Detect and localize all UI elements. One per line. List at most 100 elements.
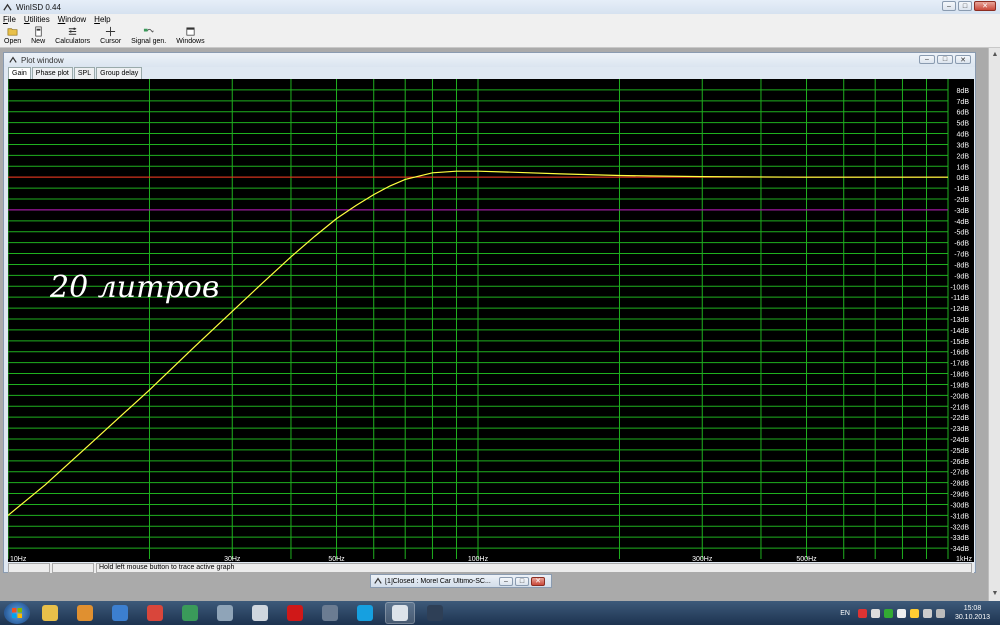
scroll-up-icon[interactable]: ▲ <box>990 50 1000 60</box>
y-tick-label: 1dB <box>957 164 970 171</box>
toolbar: Open New Calculators Cursor Signal gen. … <box>0 25 1000 48</box>
menu-utilities[interactable]: Utilities <box>24 14 50 25</box>
y-tick-label: 5dB <box>957 121 970 128</box>
open-button[interactable]: Open <box>4 25 21 47</box>
min-maximize-button[interactable]: □ <box>515 576 529 586</box>
y-tick-label: -27dB <box>950 470 969 477</box>
minimized-window-title: [1]Closed : Morel Car Ultimo-SC... <box>385 577 491 585</box>
y-tick-label: -9dB <box>954 273 969 280</box>
plot-minimize-button[interactable]: – <box>919 55 935 64</box>
status-text: Hold left mouse button to trace active g… <box>96 563 972 573</box>
menu-help[interactable]: Help <box>94 14 110 25</box>
min-close-button[interactable]: ✕ <box>531 576 545 586</box>
new-button[interactable]: New <box>31 25 45 47</box>
y-tick-label: 6dB <box>957 110 970 117</box>
x-tick-label: 300Hz <box>692 556 713 562</box>
taskbar-app-chrome[interactable] <box>140 602 170 624</box>
menu-bar: File Utilities Window Help <box>0 14 1000 25</box>
cursor-button[interactable]: Cursor <box>100 25 121 47</box>
taskbar-app-app-house[interactable] <box>315 602 345 624</box>
tray-antivirus-icon[interactable] <box>857 608 867 618</box>
plot-maximize-button[interactable]: □ <box>937 55 953 64</box>
clock-time: 15:08 <box>963 605 982 612</box>
menu-file[interactable]: File <box>3 14 16 25</box>
skype-icon <box>357 605 373 621</box>
tray-flag-icon[interactable] <box>909 608 919 618</box>
x-tick-label: 1kHz <box>956 556 972 562</box>
y-tick-label: -24dB <box>950 437 969 444</box>
taskbar-app-app-green[interactable] <box>175 602 205 624</box>
project-window-icon <box>374 577 382 584</box>
x-tick-label: 50Hz <box>328 556 345 562</box>
calculator-icon <box>68 27 77 35</box>
taskbar-app-winisd[interactable] <box>385 602 415 624</box>
plot-window-icon <box>9 56 17 63</box>
tray-volume-icon[interactable] <box>935 608 945 618</box>
taskbar: EN 15:08 30.10.2013 <box>0 601 1000 625</box>
opera-icon <box>287 605 303 621</box>
taskbar-app-app-info[interactable] <box>420 602 450 624</box>
plot-close-button[interactable]: ✕ <box>955 55 971 64</box>
y-tick-label: -26dB <box>950 459 969 466</box>
tray-green-icon[interactable] <box>883 608 893 618</box>
language-indicator[interactable]: EN <box>840 610 850 617</box>
close-button[interactable]: ✕ <box>974 1 996 11</box>
crosshair-icon <box>106 26 116 37</box>
y-tick-label: -20dB <box>950 393 969 400</box>
scroll-down-icon[interactable]: ▼ <box>990 589 1000 599</box>
y-tick-label: 2dB <box>957 153 970 160</box>
taskbar-app-tool[interactable] <box>70 602 100 624</box>
app-title-bar[interactable]: WinISD 0.44 – □ ✕ <box>0 0 1000 14</box>
y-tick-label: 0dB <box>957 175 970 182</box>
tab-group-delay[interactable]: Group delay <box>96 67 143 79</box>
gain-plot-area[interactable]: 8dB 7dB 6dB 5dB 4dB 3dB 2dB 1dB 0dB -1dB -2dB -3dB -… <box>8 79 974 562</box>
menu-window[interactable]: Window <box>58 14 86 25</box>
y-tick-label: -19dB <box>950 382 969 389</box>
taskbar-app-opera[interactable] <box>280 602 310 624</box>
minimized-project-window[interactable]: [1]Closed : Morel Car Ultimo-SC... – □ ✕ <box>370 574 552 588</box>
tray-app-icon[interactable] <box>870 608 880 618</box>
taskbar-app-app-blue[interactable] <box>105 602 135 624</box>
y-tick-label: -5dB <box>954 230 969 237</box>
tab-spl[interactable]: SPL <box>73 67 96 79</box>
gain-chart[interactable]: 8dB 7dB 6dB 5dB 4dB 3dB 2dB 1dB 0dB -1dB -2dB -3dB -… <box>8 79 974 562</box>
plot-status-bar: Hold left mouse button to trace active g… <box>8 563 974 573</box>
taskbar-app-explorer[interactable] <box>35 602 65 624</box>
clock[interactable]: 15:08 30.10.2013 <box>955 604 990 622</box>
plot-window[interactable]: Plot window – □ ✕ Gain Phase plot SPL Gr… <box>3 52 976 573</box>
y-tick-label: -33dB <box>950 535 969 542</box>
x-tick-label: 100Hz <box>468 556 489 562</box>
y-tick-label: -6dB <box>954 241 969 248</box>
y-tick-label: -1dB <box>954 186 969 193</box>
calculators-button[interactable]: Calculators <box>55 25 90 47</box>
tray-network-icon[interactable] <box>922 608 932 618</box>
explorer-icon <box>42 605 58 621</box>
plot-window-title-bar[interactable]: Plot window – □ ✕ <box>4 53 975 67</box>
app-gray-icon <box>217 605 233 621</box>
folder-open-icon <box>7 28 18 36</box>
tab-gain[interactable]: Gain <box>8 67 31 79</box>
restore-button[interactable]: – <box>499 576 513 586</box>
app-house-icon <box>322 605 338 621</box>
start-button[interactable] <box>4 602 30 624</box>
taskbar-app-app-gray[interactable] <box>210 602 240 624</box>
windows-button[interactable]: Windows <box>176 25 205 47</box>
y-tick-label: -28dB <box>950 481 969 488</box>
maximize-button[interactable]: □ <box>958 1 972 11</box>
plot-window-title: Plot window <box>21 55 64 65</box>
x-tick-label: 10Hz <box>10 556 27 562</box>
tray-printer-icon[interactable] <box>896 608 906 618</box>
workspace-scrollbar[interactable]: ▲ ▼ <box>988 48 1000 601</box>
taskbar-app-app-fox[interactable] <box>245 602 275 624</box>
y-tick-label: -21dB <box>950 404 969 411</box>
status-cell-2 <box>52 563 94 573</box>
tab-phase-plot[interactable]: Phase plot <box>31 67 73 79</box>
y-tick-label: -16dB <box>950 350 969 357</box>
minimize-button[interactable]: – <box>942 1 956 11</box>
taskbar-app-skype[interactable] <box>350 602 380 624</box>
y-tick-label: -29dB <box>950 492 969 499</box>
winisd-icon <box>392 605 408 621</box>
system-tray: EN 15:08 30.10.2013 <box>840 603 994 623</box>
signal-generator-button[interactable]: Signal gen. <box>131 25 166 47</box>
y-tick-label: -30dB <box>950 502 969 509</box>
